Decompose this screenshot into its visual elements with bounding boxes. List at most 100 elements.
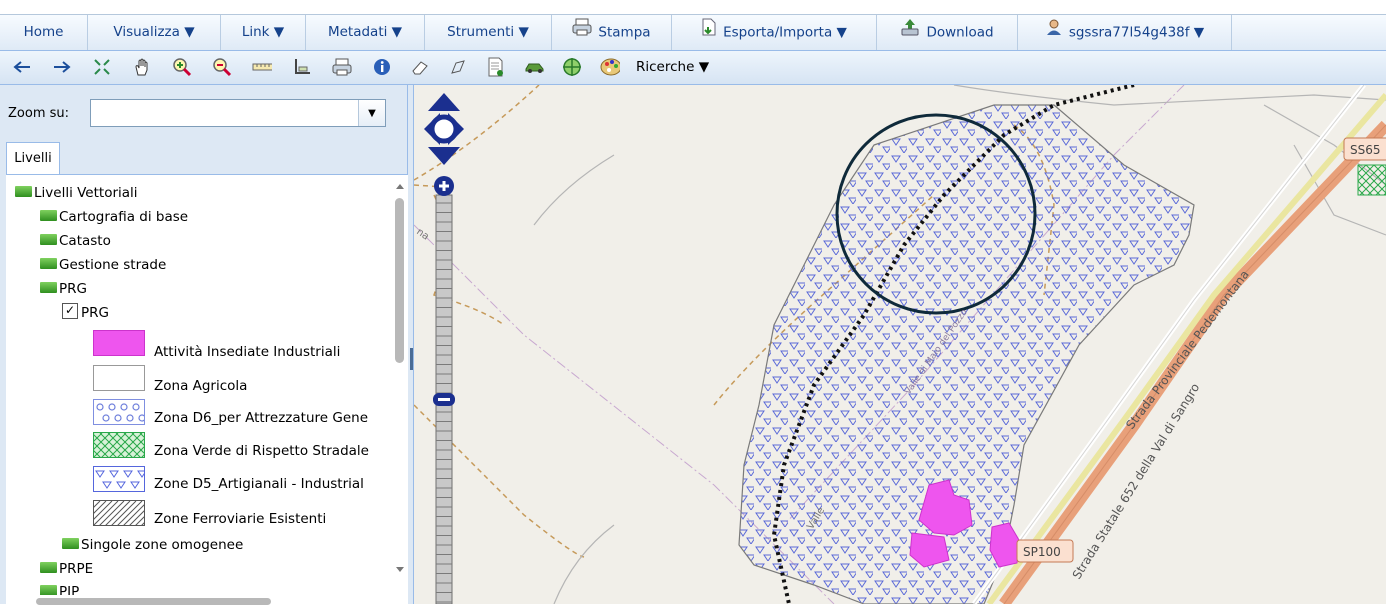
area-measure-icon[interactable]: [292, 57, 312, 77]
map-canvas[interactable]: SS65 SP100 Strada Provinciale Pedemontan…: [414, 85, 1386, 604]
forward-arrow-icon[interactable]: [52, 57, 72, 77]
legend-label: Zona Verde di Rispetto Stradale: [154, 443, 369, 459]
target-icon[interactable]: [562, 57, 582, 77]
tree-node-label: Gestione strade: [59, 257, 167, 273]
menu-visualizza[interactable]: Visualizza ▼: [88, 15, 221, 50]
folder-icon: [62, 537, 79, 549]
folder-icon: [40, 561, 57, 573]
folder-icon: [40, 209, 57, 221]
ricerche-label: Ricerche ▼: [636, 59, 710, 75]
menu-esporta-label: Esporta/Importa ▼: [723, 24, 847, 41]
menu-home-label: Home: [23, 24, 64, 40]
tree-node-prg-layer[interactable]: ✓ PRG: [62, 302, 109, 324]
menu-home[interactable]: Home: [0, 15, 88, 50]
zoom-extent-icon[interactable]: [92, 57, 112, 77]
tree-node-pip[interactable]: PIP: [40, 581, 79, 595]
info-icon[interactable]: [372, 57, 392, 77]
legend-label: Zone D5_Artigianali - Industrial: [154, 476, 364, 492]
pan-control-icon[interactable]: [424, 93, 464, 165]
tab-livelli[interactable]: Livelli: [6, 142, 60, 175]
legend-label: Zone Ferroviarie Esistenti: [154, 511, 327, 527]
tree-node-singole-zone[interactable]: Singole zone omogenee: [62, 534, 243, 556]
car-icon[interactable]: [524, 57, 544, 77]
folder-icon: [40, 584, 57, 595]
tab-livelli-label: Livelli: [14, 151, 52, 166]
tree-node-label: PRG: [59, 281, 87, 297]
map-green-zone: [1357, 164, 1386, 196]
menu-download[interactable]: Download: [877, 15, 1018, 50]
eraser-icon[interactable]: [410, 57, 430, 77]
menu-stampa-label: Stampa: [598, 24, 651, 41]
export-document-icon: [701, 15, 717, 50]
map-label-sp100-text: SP100: [1023, 545, 1061, 559]
tree-node-livelli-vettoriali[interactable]: Livelli Vettoriali: [15, 182, 138, 204]
legend-swatch-zone-ferroviarie: [93, 500, 145, 526]
menu-link[interactable]: Link ▼: [221, 15, 306, 50]
print-icon[interactable]: [332, 57, 352, 77]
folder-icon: [15, 185, 32, 197]
legend-swatch-zone-d5: [93, 466, 145, 492]
printer-icon: [572, 15, 592, 50]
tree-node-label: PRPE: [59, 561, 94, 577]
menu-download-label: Download: [926, 24, 994, 41]
folder-icon: [40, 233, 57, 245]
tree-node-label: PRG: [81, 305, 109, 321]
palette-icon[interactable]: [600, 57, 620, 77]
menu-stampa[interactable]: Stampa: [552, 15, 672, 50]
ruler-icon[interactable]: [252, 57, 272, 77]
tree-node-prpe[interactable]: PRPE: [40, 558, 93, 580]
menu-metadati-label: Metadati ▼: [327, 24, 403, 40]
layer-tree: Livelli Vettoriali Cartografia di base C…: [6, 174, 408, 605]
zoom-out-icon[interactable]: [212, 57, 232, 77]
legend-label: Zona D6_per Attrezzature Gene: [154, 410, 368, 426]
menu-visualizza-label: Visualizza ▼: [113, 24, 195, 40]
map-navigation-control[interactable]: [422, 85, 474, 604]
folder-icon: [40, 257, 57, 269]
tree-node-prg[interactable]: PRG: [40, 278, 87, 300]
zoom-select[interactable]: ▼: [90, 99, 386, 127]
menu-metadati[interactable]: Metadati ▼: [306, 15, 425, 50]
zone-d5-polygon[interactable]: [738, 104, 1195, 604]
menu-user[interactable]: sgssra77l54g438f ▼: [1018, 15, 1232, 50]
tree-node-catasto[interactable]: Catasto: [40, 230, 111, 252]
tree-node-gestione-strade[interactable]: Gestione strade: [40, 254, 166, 276]
user-icon: [1045, 15, 1063, 50]
left-panel: Zoom su: ▼ Livelli Livelli Vettoriali Ca…: [0, 85, 408, 605]
menu-user-label: sgssra77l54g438f ▼: [1068, 24, 1205, 41]
ricerche-menu[interactable]: Ricerche ▼: [636, 51, 709, 84]
back-arrow-icon[interactable]: [12, 57, 32, 77]
menu-strumenti[interactable]: Strumenti ▼: [425, 15, 552, 50]
download-icon: [900, 15, 920, 50]
tree-node-label: Cartografia di base: [59, 209, 189, 225]
pan-hand-icon[interactable]: [132, 57, 152, 77]
legend-swatch-zona-d6: [93, 399, 145, 425]
map-label-sp100: SP100: [1016, 539, 1074, 563]
legend-swatch-attivita: [93, 330, 145, 356]
legend-label: Attività Insediate Industriali: [154, 344, 341, 360]
main-menu-bar: Home Visualizza ▼ Link ▼ Metadati ▼ Stru…: [0, 14, 1386, 51]
draw-icon[interactable]: [448, 57, 468, 77]
legend-label: Zona Agricola: [154, 378, 248, 394]
legend-swatch-zona-verde: [93, 432, 145, 458]
tree-node-cartografia[interactable]: Cartografia di base: [40, 206, 188, 228]
zoom-label: Zoom su:: [8, 106, 70, 121]
menu-esporta-importa[interactable]: Esporta/Importa ▼: [672, 15, 877, 50]
splitter-grip-icon[interactable]: [410, 348, 413, 370]
tree-node-label: Catasto: [59, 233, 111, 249]
zoom-slider[interactable]: [433, 176, 455, 604]
layer-checkbox[interactable]: ✓: [62, 303, 78, 319]
zoom-in-icon[interactable]: [172, 57, 192, 77]
menu-strumenti-label: Strumenti ▼: [447, 24, 529, 40]
tree-node-label: Singole zone omogenee: [81, 537, 244, 553]
document-icon[interactable]: [486, 57, 506, 77]
menu-link-label: Link ▼: [241, 24, 285, 40]
map-label-ss: SS65: [1343, 137, 1386, 161]
folder-icon: [40, 281, 57, 293]
tree-scroll-thumb[interactable]: [395, 198, 404, 363]
legend-swatch-zona-agricola: [93, 365, 145, 391]
map-toolbar: Ricerche ▼: [0, 51, 1386, 85]
tree-node-label: Livelli Vettoriali: [34, 185, 138, 201]
map-label-ss-text: SS65: [1350, 143, 1381, 157]
tree-node-label: PIP: [59, 584, 80, 595]
chevron-down-icon[interactable]: ▼: [358, 100, 385, 126]
